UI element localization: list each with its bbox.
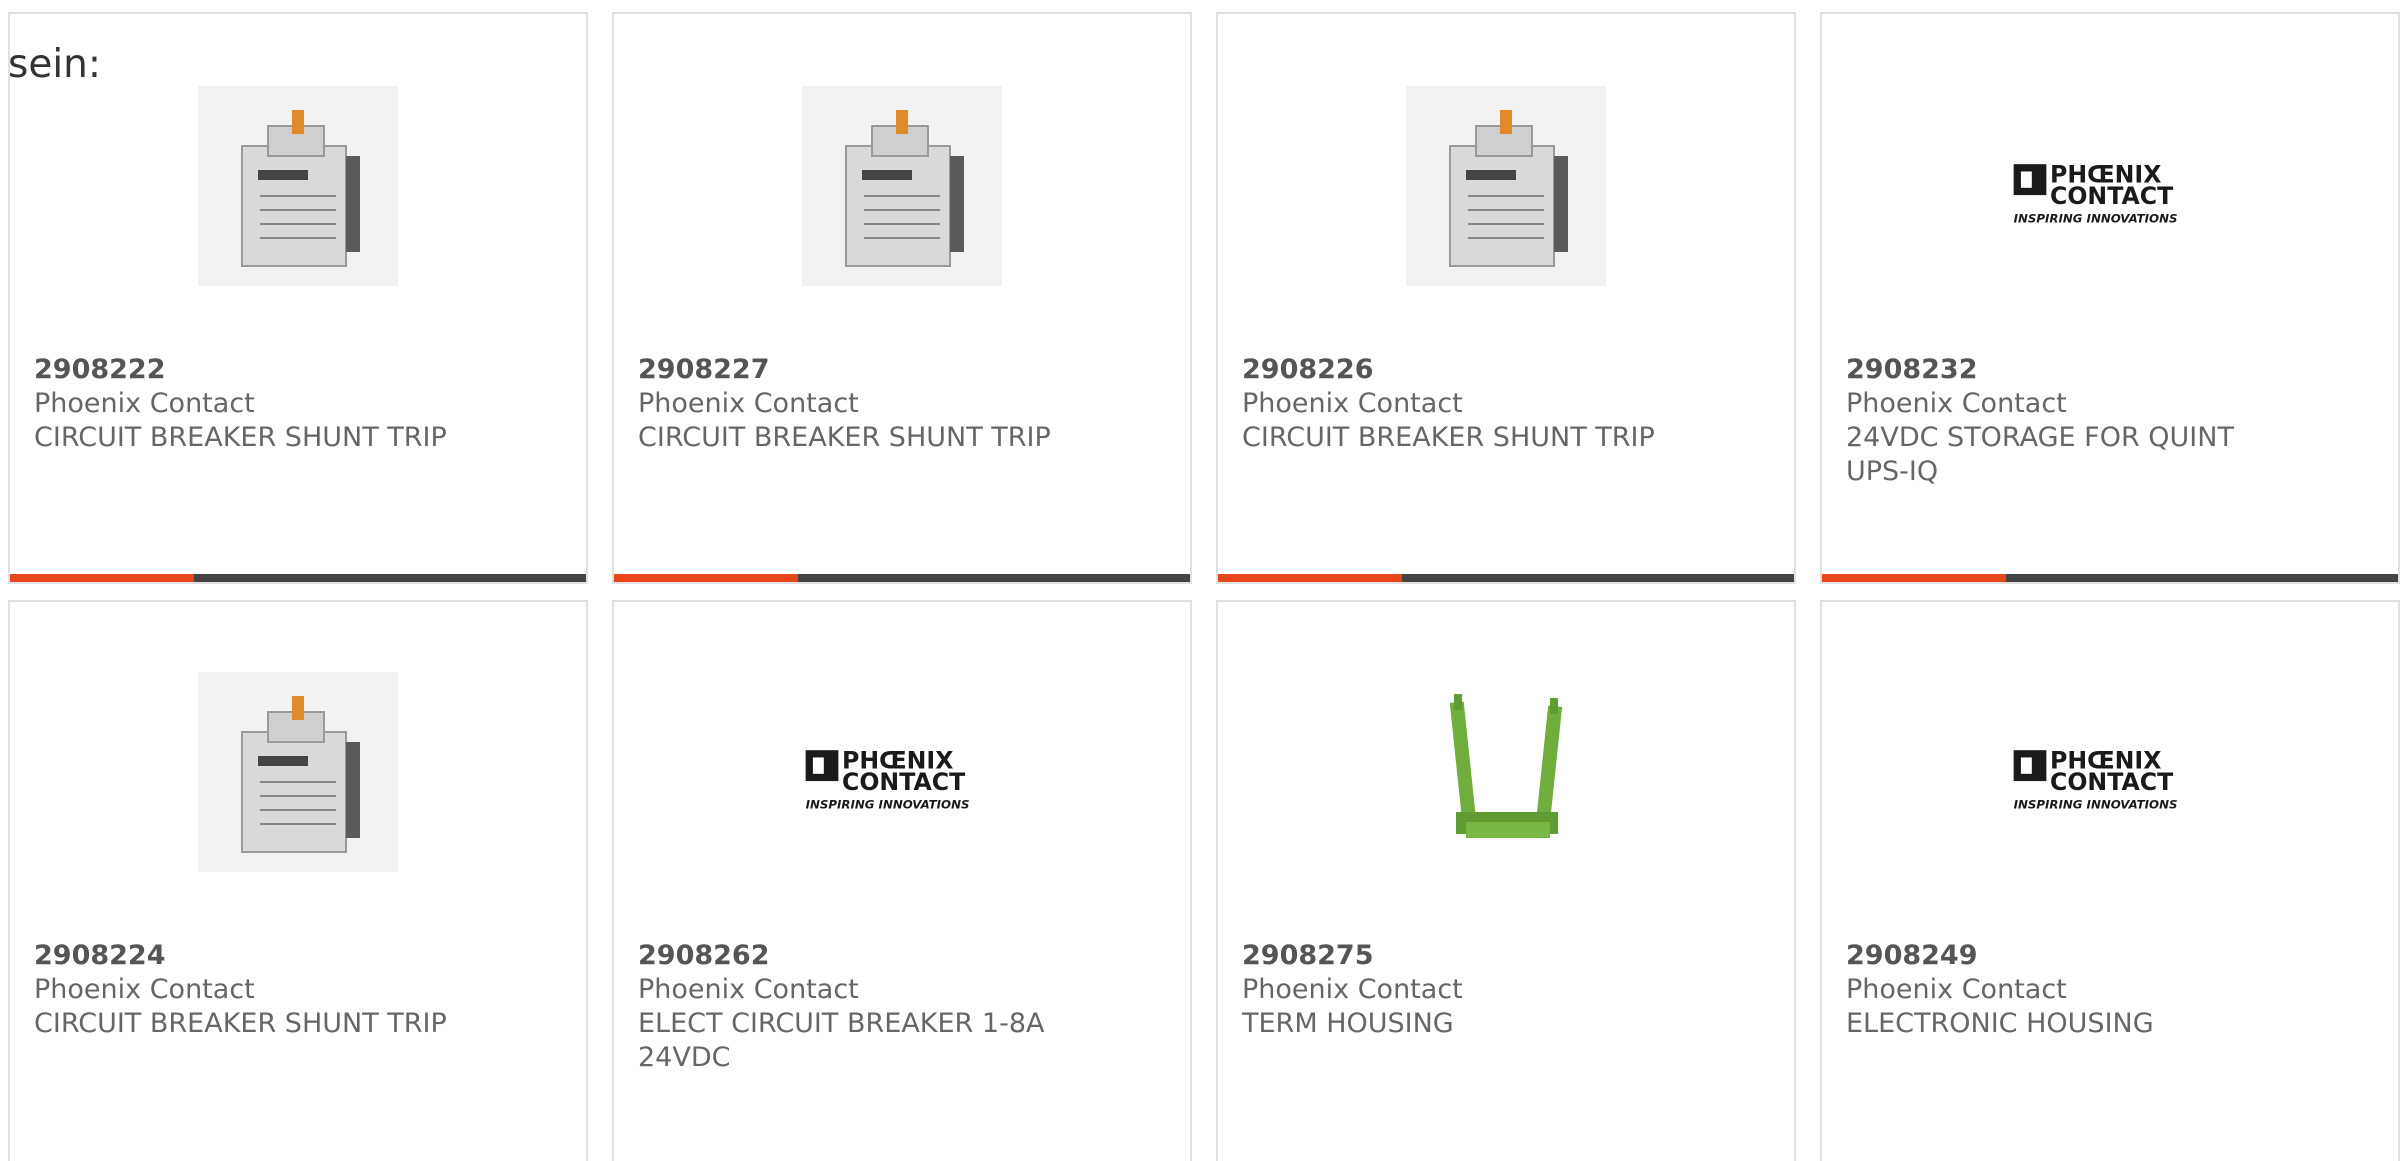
circuit-breaker-image xyxy=(198,672,398,872)
product-image[interactable] xyxy=(1406,86,1606,286)
product-card[interactable]: PHŒNIX CONTACT INSPIRING INNOVATIONS 290… xyxy=(1820,12,2400,584)
product-card[interactable]: 2908226 Phoenix Contact CIRCUIT BREAKER … xyxy=(1216,12,1796,584)
manufacturer: Phoenix Contact xyxy=(1846,974,2067,1005)
product-card[interactable]: PHŒNIX CONTACT INSPIRING INNOVATIONS 290… xyxy=(612,600,1192,1161)
card-footer-bar xyxy=(1822,574,2398,582)
manufacturer: Phoenix Contact xyxy=(638,974,859,1005)
product-description-line: 24VDC xyxy=(638,1042,731,1073)
circuit-breaker-image xyxy=(802,86,1002,286)
part-number[interactable]: 2908262 xyxy=(638,939,1150,973)
product-image[interactable]: PHŒNIX CONTACT INSPIRING INNOVATIONS xyxy=(2010,672,2210,872)
product-image[interactable]: PHŒNIX CONTACT INSPIRING INNOVATIONS xyxy=(802,672,1002,872)
manufacturer: Phoenix Contact xyxy=(34,974,255,1005)
product-image[interactable]: PHŒNIX CONTACT INSPIRING INNOVATIONS xyxy=(2010,86,2210,286)
product-card[interactable]: 2908224 Phoenix Contact CIRCUIT BREAKER … xyxy=(8,600,588,1161)
svg-text:CONTACT: CONTACT xyxy=(2050,768,2173,796)
manufacturer: Phoenix Contact xyxy=(34,388,255,419)
terminal-housing-image xyxy=(1449,694,1563,838)
part-number[interactable]: 2908222 xyxy=(34,353,546,387)
manufacturer: Phoenix Contact xyxy=(638,388,859,419)
phoenix-contact-logo: PHŒNIX CONTACT INSPIRING INNOVATIONS xyxy=(805,746,970,811)
product-image[interactable] xyxy=(198,86,398,286)
product-description: ELECTRONIC HOUSING xyxy=(1846,1008,2154,1039)
card-footer-bar xyxy=(10,574,586,582)
card-footer-bar xyxy=(614,574,1190,582)
svg-text:CONTACT: CONTACT xyxy=(842,768,965,796)
part-number[interactable]: 2908226 xyxy=(1242,353,1754,387)
product-description-line: UPS-IQ xyxy=(1846,456,1939,487)
manufacturer: Phoenix Contact xyxy=(1242,974,1463,1005)
product-description: CIRCUIT BREAKER SHUNT TRIP xyxy=(34,1008,447,1039)
manufacturer: Phoenix Contact xyxy=(1846,388,2067,419)
product-description-line: 24VDC STORAGE FOR QUINT xyxy=(1846,422,2234,453)
product-image[interactable] xyxy=(1406,672,1606,872)
product-description: CIRCUIT BREAKER SHUNT TRIP xyxy=(638,422,1051,453)
intro-text: sein: xyxy=(8,42,102,87)
card-footer-bar xyxy=(1218,574,1794,582)
svg-text:INSPIRING INNOVATIONS: INSPIRING INNOVATIONS xyxy=(2014,211,2178,225)
product-card[interactable]: PHŒNIX CONTACT INSPIRING INNOVATIONS 290… xyxy=(1820,600,2400,1161)
product-card[interactable]: 2908227 Phoenix Contact CIRCUIT BREAKER … xyxy=(612,12,1192,584)
product-description: CIRCUIT BREAKER SHUNT TRIP xyxy=(1242,422,1655,453)
product-description: TERM HOUSING xyxy=(1242,1008,1454,1039)
circuit-breaker-image xyxy=(198,86,398,286)
product-description: CIRCUIT BREAKER SHUNT TRIP xyxy=(34,422,447,453)
circuit-breaker-image xyxy=(1406,86,1606,286)
svg-text:CONTACT: CONTACT xyxy=(2050,182,2173,210)
product-card[interactable]: 2908275 Phoenix Contact TERM HOUSING xyxy=(1216,600,1796,1161)
part-number[interactable]: 2908224 xyxy=(34,939,546,973)
phoenix-contact-logo: PHŒNIX CONTACT INSPIRING INNOVATIONS xyxy=(2013,746,2178,811)
part-number[interactable]: 2908275 xyxy=(1242,939,1754,973)
product-image[interactable] xyxy=(198,672,398,872)
product-image[interactable] xyxy=(802,86,1002,286)
svg-text:INSPIRING INNOVATIONS: INSPIRING INNOVATIONS xyxy=(2014,797,2178,811)
product-card[interactable]: 2908222 Phoenix Contact CIRCUIT BREAKER … xyxy=(8,12,588,584)
product-description-line: ELECT CIRCUIT BREAKER 1-8A xyxy=(638,1008,1045,1039)
part-number[interactable]: 2908232 xyxy=(1846,353,2358,387)
product-grid-page: sein: 2908222 Phoenix Contact CIRCUIT BR… xyxy=(0,0,2400,1161)
manufacturer: Phoenix Contact xyxy=(1242,388,1463,419)
phoenix-contact-logo: PHŒNIX CONTACT INSPIRING INNOVATIONS xyxy=(2013,160,2178,225)
part-number[interactable]: 2908227 xyxy=(638,353,1150,387)
svg-text:INSPIRING INNOVATIONS: INSPIRING INNOVATIONS xyxy=(806,797,970,811)
part-number[interactable]: 2908249 xyxy=(1846,939,2358,973)
